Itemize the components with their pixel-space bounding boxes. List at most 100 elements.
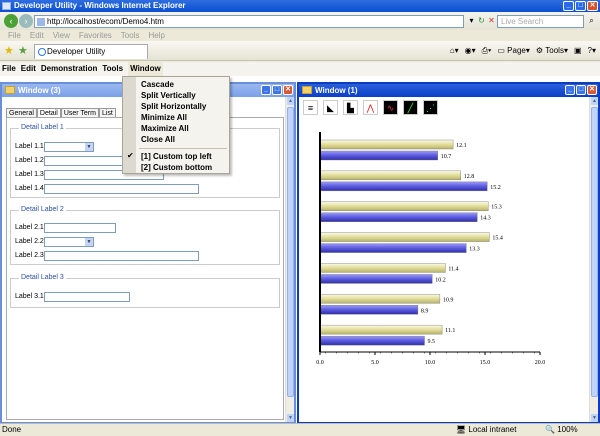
field-label: Label 1.4:: [15, 185, 46, 192]
tab-list[interactable]: List: [98, 108, 116, 117]
label-2-1-input[interactable]: [44, 223, 116, 233]
data-label: 15.2: [490, 185, 501, 191]
window-3-minimize-button[interactable]: _: [261, 85, 271, 95]
data-label: 13.3: [469, 247, 480, 253]
checkmark-icon: ✔: [127, 151, 134, 160]
scroll-up-icon[interactable]: ▲: [591, 97, 598, 105]
browser-tab[interactable]: Developer Utility: [34, 44, 148, 59]
window-3-scrollbar[interactable]: ▲ ▼: [285, 97, 294, 422]
chart-bar: [319, 305, 419, 315]
app-menu-file[interactable]: File: [2, 62, 16, 76]
scatter-chart-icon[interactable]: ⋰: [423, 100, 438, 115]
zoom-level[interactable]: 🔍 100%: [545, 424, 578, 436]
chart-bar: [319, 201, 489, 211]
window-1-scrollbar[interactable]: ▲ ▼: [589, 97, 598, 422]
chart-toolbar: ≡ ◣ ▙ ⋀ ∿ ╱ ⋰: [303, 100, 438, 115]
feeds-icon[interactable]: ◉▾: [465, 45, 476, 57]
chart-bar: [319, 274, 433, 284]
tools-menu[interactable]: ⚙ Tools▾: [536, 45, 568, 57]
zone-indicator: 🖥 Local intranet: [456, 425, 517, 434]
menu-favorites[interactable]: Favorites: [79, 30, 112, 41]
chart-bar: [319, 212, 478, 222]
forward-icon[interactable]: ›: [19, 14, 33, 28]
scroll-down-icon[interactable]: ▼: [591, 414, 598, 422]
menu-item-maximize-all[interactable]: Maximize All: [141, 123, 189, 134]
field-label: Label 1.1:: [15, 143, 46, 150]
menu-item-window-2[interactable]: [2] Custom bottom: [141, 162, 212, 173]
data-label: 11.4: [448, 266, 458, 272]
close-button[interactable]: ✕: [587, 1, 598, 11]
browser-menu-bar: File Edit View Favorites Tools Help: [0, 30, 600, 41]
peak-chart-icon[interactable]: ⋀: [363, 100, 378, 115]
minimize-button[interactable]: _: [563, 1, 574, 11]
x-tick-label: 15.0: [480, 360, 491, 366]
window-1-maximize-button[interactable]: □: [576, 85, 586, 95]
home-icon[interactable]: ⌂▾: [450, 45, 459, 57]
data-label: 15.3: [491, 205, 502, 211]
label-2-3-input[interactable]: [44, 251, 199, 261]
gradient-chart-icon[interactable]: ▙: [343, 100, 358, 115]
window-1-minimize-button[interactable]: _: [565, 85, 575, 95]
menu-item-minimize-all[interactable]: Minimize All: [141, 112, 187, 123]
menu-file[interactable]: File: [8, 30, 21, 41]
maximize-button[interactable]: □: [575, 1, 586, 11]
scroll-thumb[interactable]: [287, 107, 294, 397]
page-menu[interactable]: ▭ Page▾: [497, 45, 529, 57]
line-chart-icon[interactable]: ╱: [403, 100, 418, 115]
signal-chart-icon[interactable]: ∿: [383, 100, 398, 115]
x-tick-label: 20.0: [535, 360, 546, 366]
app-menu-tools[interactable]: Tools: [102, 62, 123, 76]
label-1-1-select[interactable]: ▼: [44, 142, 94, 152]
scroll-up-icon[interactable]: ▲: [287, 97, 294, 105]
app-menu-demonstration[interactable]: Demonstration: [41, 62, 97, 76]
folder-icon: [5, 86, 15, 94]
label-2-2-select[interactable]: ▼: [44, 237, 94, 247]
data-label: 12.8: [464, 174, 475, 180]
bar-chart: 12.1 10.7 12.8 15.2 15.314.3 15.4 13.3 11.410.2…: [316, 132, 546, 366]
detail-group-2: Detail Label 2 Label 2.1: Label 2.2: ▼ L…: [10, 206, 280, 265]
chart-bar: [319, 294, 441, 304]
chart-bar: [319, 181, 488, 192]
browser-title-bar: Developer Utility - Windows Internet Exp…: [0, 0, 600, 12]
menu-item-split-horizontally[interactable]: Split Horizontally: [141, 101, 206, 112]
bar-chart-icon[interactable]: ≡: [303, 100, 318, 115]
x-tick-label: 5.0: [371, 360, 379, 366]
window-3-close-button[interactable]: ✕: [283, 85, 293, 95]
window-3-maximize-button[interactable]: □: [272, 85, 282, 95]
browser-title: Developer Utility - Windows Internet Exp…: [14, 1, 186, 10]
help-icon[interactable]: ?▾: [588, 45, 596, 57]
add-favorite-icon[interactable]: ★: [18, 45, 28, 57]
address-input[interactable]: http://localhost/ecom/Demo4.htm: [34, 15, 464, 28]
scroll-down-icon[interactable]: ▼: [287, 414, 294, 422]
menu-edit[interactable]: Edit: [30, 30, 44, 41]
window-1: Window (1) _ □ ✕ ≡ ◣ ▙ ⋀ ∿ ╱ ⋰ 12.1 10.7 1…: [297, 82, 600, 424]
app-menu-edit[interactable]: Edit: [21, 62, 36, 76]
menu-item-split-vertically[interactable]: Split Vertically: [141, 90, 196, 101]
app-menu-window[interactable]: Window: [128, 62, 163, 76]
scroll-thumb[interactable]: [591, 107, 598, 397]
tab-general[interactable]: General: [6, 108, 37, 117]
search-input[interactable]: Live Search: [497, 15, 584, 28]
data-label: 12.1: [456, 143, 467, 149]
label-1-4-input[interactable]: [44, 184, 199, 194]
menu-item-cascade[interactable]: Cascade: [141, 79, 174, 90]
stop-icon[interactable]: ✕: [486, 15, 497, 27]
window-1-titlebar[interactable]: Window (1) _ □ ✕: [299, 84, 598, 97]
label-3-1-input[interactable]: [44, 292, 130, 302]
menu-tools[interactable]: Tools: [121, 30, 140, 41]
window-1-close-button[interactable]: ✕: [587, 85, 597, 95]
favorites-star-icon[interactable]: ★: [4, 45, 14, 57]
favorites-bar: ★ ★ Developer Utility ⌂▾ ◉▾ ⎙▾ ▭ Page▾ ⚙…: [0, 41, 600, 61]
menu-item-close-all[interactable]: Close All: [141, 134, 175, 145]
menu-view[interactable]: View: [53, 30, 70, 41]
research-icon[interactable]: ▣: [574, 45, 582, 57]
back-icon[interactable]: ‹: [4, 14, 18, 28]
menu-item-window-1[interactable]: [1] Custom top left: [141, 151, 212, 162]
menu-help[interactable]: Help: [148, 30, 164, 41]
detail-group-3: Detail Label 3 Label 3.1:: [10, 274, 280, 308]
tab-user-term[interactable]: User Term: [60, 108, 99, 117]
area-chart-icon[interactable]: ◣: [323, 100, 338, 115]
folder-icon: [302, 86, 312, 94]
search-icon[interactable]: ⌕: [586, 15, 597, 27]
print-icon[interactable]: ⎙▾: [482, 45, 492, 57]
